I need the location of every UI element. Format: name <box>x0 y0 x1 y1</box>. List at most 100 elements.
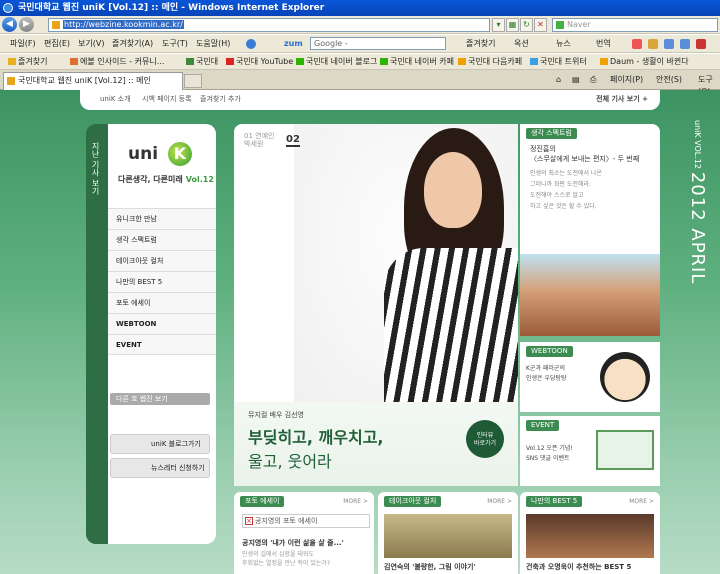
webtoon-body: K군과 패러군의 인생은 우당탕탕 <box>526 365 567 382</box>
sidebar-item-meeting[interactable]: 유니크한 만남 <box>108 208 216 229</box>
new-tab-button[interactable] <box>184 74 202 88</box>
naver-icon <box>556 21 564 29</box>
back-button[interactable]: ◀ <box>2 17 17 32</box>
best5-title: 건축과 오명욱이 추천하는 BEST 5 <box>526 563 632 571</box>
spectrum-body: 인생의 최소는 도전에서 나온 그러니까 좌판 도전해라. 도전해야 스스로 알… <box>530 170 602 210</box>
takeout-tag: 테이크아웃 컬처 <box>384 496 442 507</box>
toolbar-tool-icon[interactable] <box>696 39 706 49</box>
toolbar-auction[interactable]: 옥션 <box>514 35 529 53</box>
takeout-card[interactable]: 테이크아웃 컬처 MORE > 김연숙의 '불량한, 그림 이야기' <box>378 492 518 574</box>
forward-button[interactable]: ▶ <box>19 17 34 32</box>
top-link-about[interactable]: uniK 소개 <box>100 90 131 108</box>
sidebar-item-webtoon[interactable]: WEBTOON <box>108 313 216 334</box>
prev-issue-select[interactable]: 다른 호 웹진 보기 <box>110 393 210 405</box>
refresh-icon[interactable]: ↻ <box>520 18 533 32</box>
toolbar-tool-icon[interactable] <box>648 39 658 49</box>
menu-bar: 파일(F) 편집(E) 보기(V) 즐겨찾기(A) 도구(T) 도움말(H) z… <box>0 35 720 53</box>
menu-view[interactable]: 보기(V) <box>78 35 104 53</box>
caption-headline: 부딪히고, 깨우치고, <box>248 428 384 447</box>
favorite-link[interactable]: Daum - 생활이 바뀐다 <box>600 54 689 70</box>
favorite-link[interactable]: 국민대 <box>186 54 218 70</box>
toolbar-favorites[interactable]: 즐겨찾기 <box>466 35 495 53</box>
top-link-bookmark[interactable]: 즐겨찾기 추가 <box>200 90 241 108</box>
photo-essay-tag: 포토 에세이 <box>240 496 285 507</box>
photo-essay-title: 공지영의 '내가 이런 삶을 살 줄...' <box>242 539 344 547</box>
portrait-face <box>424 152 482 228</box>
toolbar-tool-icon[interactable] <box>664 39 674 49</box>
event-laptop-image <box>596 430 654 470</box>
toolbar-translate[interactable]: 번역 <box>596 35 611 53</box>
broken-image-icon: × <box>245 517 253 525</box>
takeout-title: 김연숙의 '불량한, 그림 이야기' <box>384 563 476 571</box>
feeds-icon[interactable]: ▤ <box>572 74 580 86</box>
spectrum-card[interactable]: 생각 스펙트럼 정진흠의 〈스무살에게 보내는 편지〉- 두 번째 인생의 최소… <box>520 124 660 336</box>
menu-help[interactable]: 도움말(H) <box>196 35 230 53</box>
canyon-image <box>520 254 660 336</box>
webtoon-character-image <box>600 352 650 402</box>
address-dropdown-icon[interactable]: ▾ <box>492 18 505 32</box>
toolbar-tool-icon[interactable] <box>680 39 690 49</box>
tagline: 다른생각, 다른미래 Vol.12 <box>118 175 214 184</box>
favorite-link[interactable]: 에볼 인사이드 - 커뮤니... <box>70 54 164 70</box>
best5-card[interactable]: 나만의 BEST 5 MORE > 건축과 오명욱이 추천하는 BEST 5 <box>520 492 660 574</box>
twitter-icon <box>530 58 538 65</box>
menu-edit[interactable]: 편집(E) <box>44 35 70 53</box>
takeout-more[interactable]: MORE > <box>487 498 512 505</box>
print-icon[interactable]: ⎙ <box>590 74 596 86</box>
sidebar-item-takeout[interactable]: 테이크아웃 컬처 <box>108 250 216 271</box>
feature-photo[interactable] <box>294 124 518 406</box>
sidebar-item-spectrum[interactable]: 생각 스펙트럼 <box>108 229 216 250</box>
search-input[interactable]: Naver <box>552 18 718 32</box>
best5-image <box>526 514 654 558</box>
address-bar-row: ◀ ▶ http://webzine.kookmin.ac.kr/ ▾ ▦ ↻ … <box>0 16 720 34</box>
sidebar-item-event[interactable]: EVENT <box>108 334 216 355</box>
photo-essay-card[interactable]: 포토 에세이 MORE > × 공지영의 포토 에세이 공지영의 '내가 이런 … <box>234 492 374 574</box>
favorites-button[interactable]: 즐겨찾기 <box>8 54 47 70</box>
google-search-input[interactable]: Google - <box>310 37 446 50</box>
favorite-link[interactable]: 국민대 YouTube <box>226 54 293 70</box>
naver-icon <box>380 58 388 65</box>
interview-badge[interactable]: 인터뷰 바로가기 <box>466 420 504 458</box>
zum-link[interactable]: zum <box>284 35 303 53</box>
menu-tools[interactable]: 도구(T) <box>162 35 188 53</box>
favorites-bar: 즐겨찾기 에볼 인사이드 - 커뮤니... 국민대 국민대 YouTube 국민… <box>0 54 720 70</box>
stop-icon[interactable]: ✕ <box>534 18 547 32</box>
sidebar-item-photo[interactable]: 포토 에세이 <box>108 292 216 313</box>
top-link-strip: uniK 소개 시백 페이지 등록 즐겨찾기 추가 전체 기사 보기 + <box>80 90 660 110</box>
photo-essay-more[interactable]: MORE > <box>343 498 368 505</box>
naver-icon <box>296 58 304 65</box>
menu-favorites[interactable]: 즐겨찾기(A) <box>112 35 153 53</box>
favorite-link[interactable]: 국민대 다음카페 <box>458 54 522 70</box>
best5-more[interactable]: MORE > <box>629 498 654 505</box>
sidebar-item-best5[interactable]: 나만의 BEST 5 <box>108 271 216 292</box>
favorite-link[interactable]: 국민대 트위터 <box>530 54 587 70</box>
favorite-link[interactable]: 국민대 네이버 카페 <box>380 54 454 70</box>
star-icon <box>8 58 16 65</box>
home-icon[interactable]: ⌂ <box>556 74 561 86</box>
takeout-image <box>384 514 512 558</box>
spectrum-tag: 생각 스펙트럼 <box>526 128 577 139</box>
feature-caption: 뮤지컬 배우 김선영 부딪히고, 깨우치고, 울고, 웃어라 인터뷰 바로가기 <box>234 402 518 486</box>
toolbar-tool-icon[interactable] <box>632 39 642 49</box>
unik-logo[interactable]: uni <box>128 144 158 164</box>
favorite-link[interactable]: 국민대 네이버 블로그 <box>296 54 377 70</box>
menu-file[interactable]: 파일(F) <box>10 35 36 53</box>
top-link-register[interactable]: 시백 페이지 등록 <box>142 90 192 108</box>
webzine-page: uniK 소개 시백 페이지 등록 즐겨찾기 추가 전체 기사 보기 + 지난 … <box>0 90 720 574</box>
all-articles-button[interactable]: 전체 기사 보기 + <box>596 90 648 108</box>
newsletter-button[interactable]: 뉴스레터 신청하기 <box>110 458 210 478</box>
spectrum-title: 정진흠의 〈스무살에게 보내는 편지〉- 두 번째 <box>530 145 640 163</box>
address-input[interactable]: http://webzine.kookmin.ac.kr/ <box>48 18 490 32</box>
ie-logo-icon <box>3 3 13 13</box>
page-menu[interactable]: 페이지(P) <box>610 74 643 86</box>
blog-button[interactable]: uniK 블로그가기 <box>110 434 210 454</box>
daum-icon <box>458 58 466 65</box>
event-card[interactable]: EVENT Vol.12 오픈 기념! SNS 댓글 이벤트 <box>520 416 660 486</box>
compat-view-icon[interactable]: ▦ <box>506 18 519 32</box>
webtoon-card[interactable]: WEBTOON K군과 패러군의 인생은 우당탕탕 <box>520 342 660 412</box>
toolbar-news[interactable]: 뉴스 <box>556 35 571 53</box>
past-articles-tab[interactable]: 지난 기사 보기 <box>86 124 108 544</box>
safety-menu[interactable]: 안전(S) <box>656 74 682 86</box>
window-title: 국민대학교 웹진 uniK [Vol.12] :: 메인 - Windows I… <box>18 3 325 13</box>
tab-active[interactable]: 국민대학교 웹진 uniK [Vol.12] :: 메인 <box>3 72 183 90</box>
